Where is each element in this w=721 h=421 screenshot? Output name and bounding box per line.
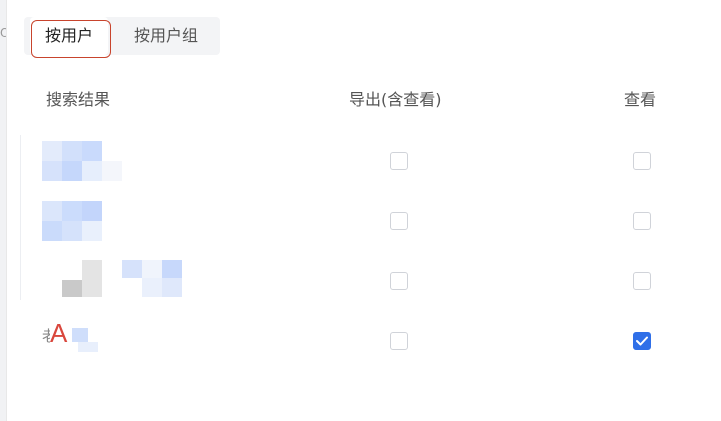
table-row: [0, 260, 721, 320]
column-header-export: 导出(含查看): [349, 90, 442, 109]
table-row: 老 A: [0, 318, 721, 382]
view-checkbox-checked[interactable]: [633, 332, 651, 350]
table-row: [0, 201, 721, 261]
export-checkbox[interactable]: [390, 212, 408, 230]
column-header-search-results: 搜索结果: [46, 90, 111, 109]
annotation-letter: A: [50, 318, 68, 348]
export-checkbox[interactable]: [390, 272, 408, 290]
view-checkbox[interactable]: [633, 212, 651, 230]
name-fragment: 老: [42, 327, 50, 345]
export-checkbox[interactable]: [390, 332, 408, 350]
tab-by-user[interactable]: 按用户: [30, 17, 108, 55]
tab-by-user-group[interactable]: 按用户组: [120, 17, 212, 55]
table-row: [0, 141, 721, 201]
view-checkbox[interactable]: [633, 272, 651, 290]
export-checkbox[interactable]: [390, 152, 408, 170]
tab-bar: 按用户 按用户组: [24, 17, 220, 55]
column-header-view: 查看: [624, 90, 657, 109]
checkmark-icon: [636, 336, 648, 346]
view-checkbox[interactable]: [633, 152, 651, 170]
